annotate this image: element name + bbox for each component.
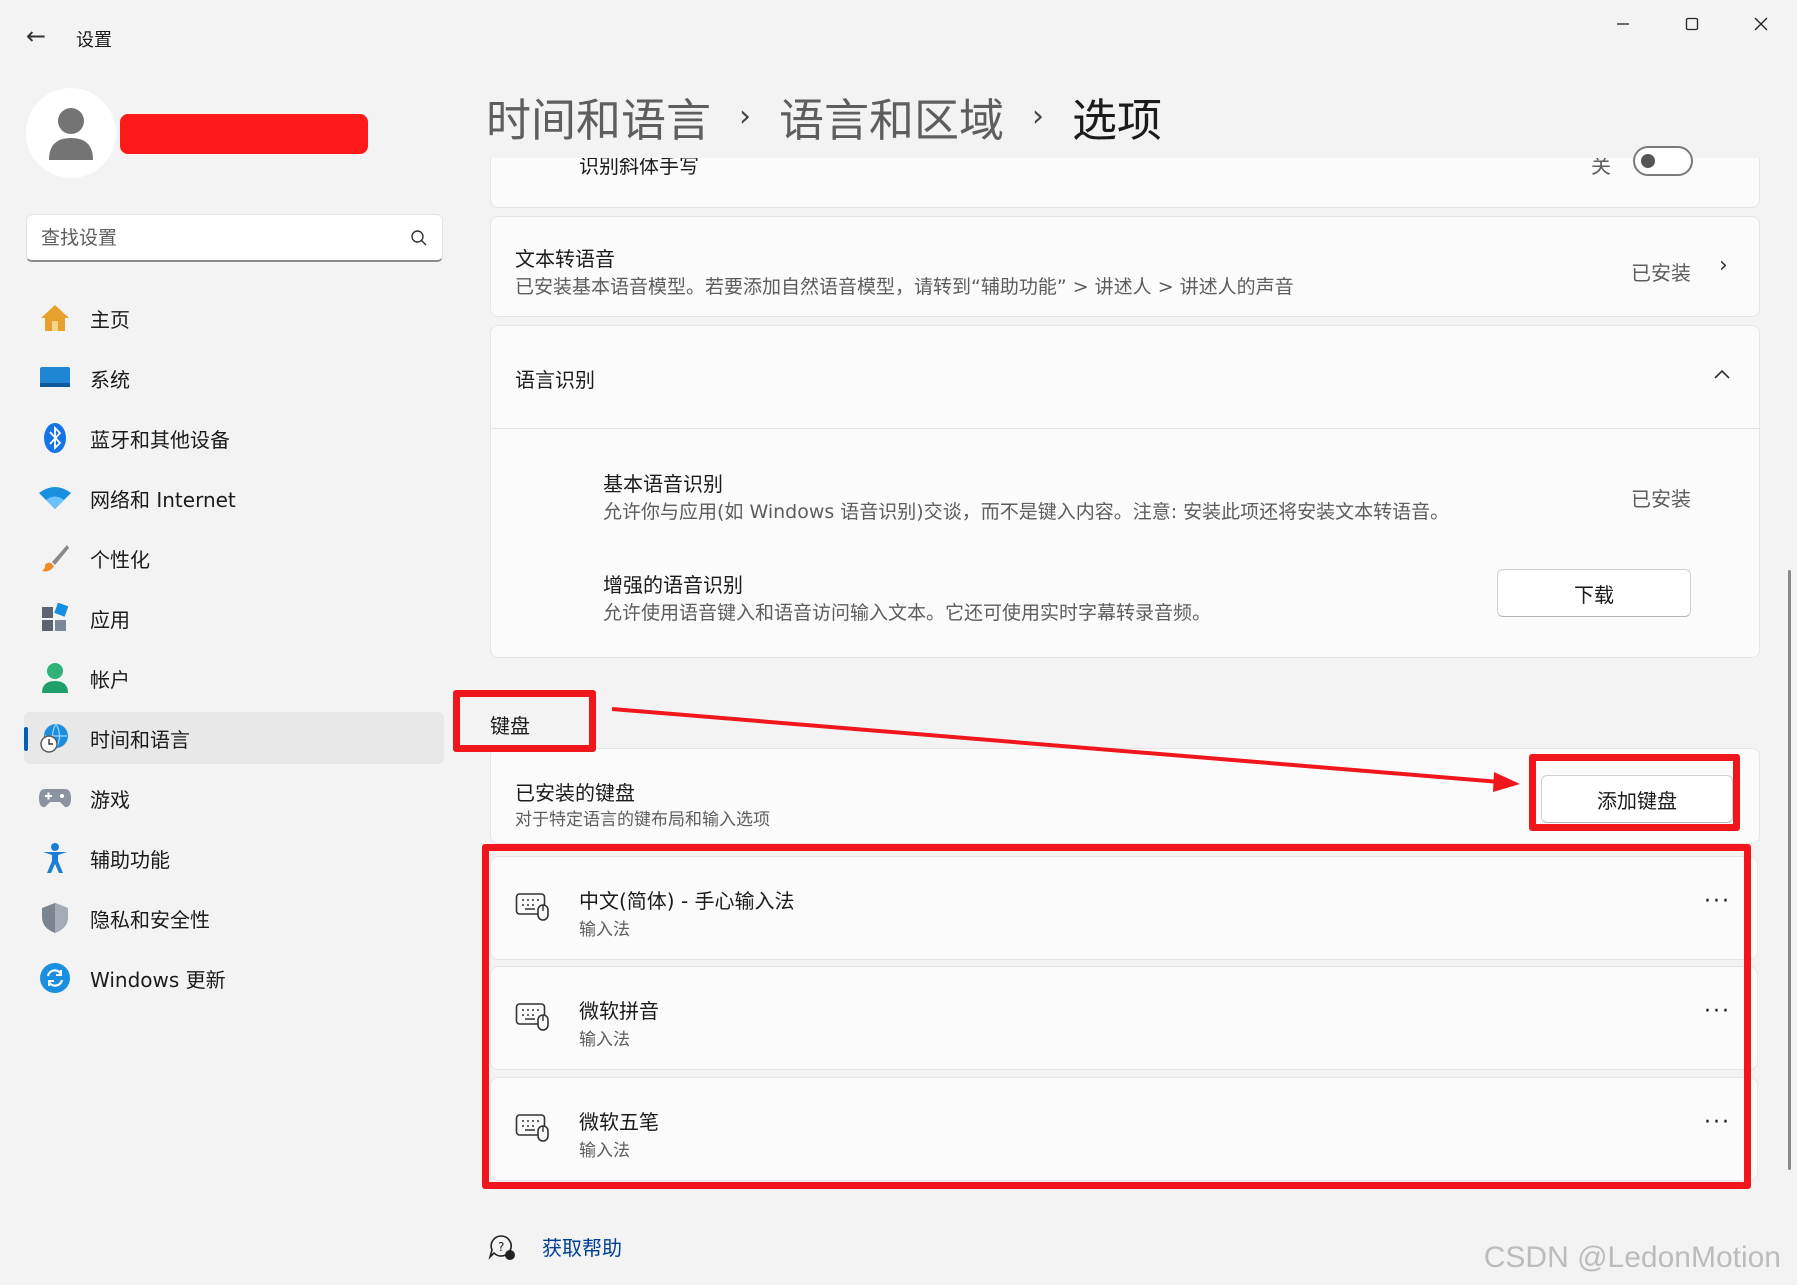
wifi-icon xyxy=(38,481,72,515)
avatar[interactable] xyxy=(26,88,116,178)
enhanced-speech-title: 增强的语音识别 xyxy=(603,573,743,597)
sidebar-item-home[interactable]: 主页 xyxy=(24,292,444,344)
sidebar-item-label: 游戏 xyxy=(90,787,130,812)
search-box[interactable] xyxy=(26,214,443,262)
sidebar-item-label: 蓝牙和其他设备 xyxy=(90,427,230,452)
sidebar-item-label: 隐私和安全性 xyxy=(90,907,210,932)
sidebar-item-label: 系统 xyxy=(90,367,130,392)
basic-speech-status: 已安装 xyxy=(1631,487,1691,511)
sidebar-item-label: 个性化 xyxy=(90,547,150,572)
breadcrumb-separator: › xyxy=(739,99,752,134)
search-input[interactable] xyxy=(41,226,410,249)
toggle-state-label: 关 xyxy=(1591,158,1611,178)
installed-keyboards-desc: 对于特定语言的键布局和输入选项 xyxy=(515,810,770,830)
sidebar-item-time-language[interactable]: 时间和语言 xyxy=(24,712,444,764)
watermark: CSDN @LedonMotion xyxy=(1483,1241,1781,1274)
tts-desc: 已安装基本语音模型。若要添加自然语音模型，请转到“辅助功能” > 讲述人 > 讲… xyxy=(515,276,1294,298)
globe-clock-icon xyxy=(38,721,72,755)
sidebar-item-label: 应用 xyxy=(90,607,130,632)
sidebar-item-network[interactable]: 网络和 Internet xyxy=(24,472,444,524)
help-chat-icon: ? xyxy=(488,1234,515,1260)
sidebar-item-personalization[interactable]: 个性化 xyxy=(24,532,444,584)
divider xyxy=(491,428,1759,429)
accessibility-icon xyxy=(38,841,72,875)
breadcrumb-separator: › xyxy=(1032,99,1045,134)
handwriting-toggle[interactable] xyxy=(1633,146,1693,176)
chevron-right-icon: › xyxy=(1719,253,1728,278)
speech-recognition-title: 语言识别 xyxy=(515,368,595,392)
home-icon xyxy=(38,301,72,335)
tts-title: 文本转语音 xyxy=(515,247,615,271)
enhanced-speech-desc: 允许使用语音键入和语音访问输入文本。它还可使用实时字幕转录音频。 xyxy=(603,602,1212,624)
sidebar-item-privacy[interactable]: 隐私和安全性 xyxy=(24,892,444,944)
annotation-box-ime-list xyxy=(482,844,1751,1189)
gamepad-icon xyxy=(38,781,72,815)
speech-recognition-card: 语言识别 基本语音识别 允许你与应用(如 Windows 语音识别)交谈，而不是… xyxy=(490,325,1760,658)
tts-status: 已安装 xyxy=(1631,261,1691,285)
sidebar-item-label: 主页 xyxy=(90,307,130,332)
update-icon xyxy=(38,961,72,995)
app-title: 设置 xyxy=(76,30,112,51)
maximize-icon xyxy=(1685,17,1699,31)
get-help-link[interactable]: 获取帮助 xyxy=(542,1232,622,1261)
display-icon xyxy=(38,361,72,395)
breadcrumb-item-language-region[interactable]: 语言和区域 xyxy=(779,84,1004,149)
sidebar-item-label: 帐户 xyxy=(90,667,130,692)
sidebar-item-label: 时间和语言 xyxy=(90,727,190,752)
sidebar-item-label: Windows 更新 xyxy=(90,967,226,992)
maximize-button[interactable] xyxy=(1659,6,1725,42)
search-icon[interactable] xyxy=(410,229,428,247)
sidebar-item-accounts[interactable]: 帐户 xyxy=(24,652,444,704)
scrollbar[interactable] xyxy=(1788,570,1791,1170)
page-title: 选项 xyxy=(1072,94,1163,147)
svg-text:?: ? xyxy=(498,1240,504,1254)
handwriting-title: 识别斜体手写 xyxy=(579,158,699,178)
sidebar-item-label: 辅助功能 xyxy=(90,847,170,872)
sidebar-item-apps[interactable]: 应用 xyxy=(24,592,444,644)
bluetooth-icon xyxy=(38,421,72,455)
account-icon xyxy=(38,661,72,695)
download-button[interactable]: 下载 xyxy=(1497,569,1691,617)
person-icon xyxy=(49,108,93,160)
sidebar-item-bluetooth[interactable]: 蓝牙和其他设备 xyxy=(24,412,444,464)
breadcrumb: 时间和语言 › 语言和区域 › 选项 xyxy=(486,84,1162,149)
chevron-up-icon xyxy=(1714,369,1730,379)
basic-speech-desc: 允许你与应用(如 Windows 语音识别)交谈，而不是键入内容。注意: 安装此… xyxy=(603,501,1450,523)
minimize-icon xyxy=(1617,23,1629,25)
annotation-box-keyboard-label xyxy=(453,690,596,752)
sidebar-item-system[interactable]: 系统 xyxy=(24,352,444,404)
sidebar-item-gaming[interactable]: 游戏 xyxy=(24,772,444,824)
close-button[interactable] xyxy=(1728,6,1794,42)
brush-icon xyxy=(38,541,72,575)
speech-recognition-header[interactable]: 语言识别 xyxy=(491,326,1759,428)
shield-icon xyxy=(38,901,72,935)
basic-speech-title: 基本语音识别 xyxy=(603,472,723,496)
sidebar-nav: 主页 系统 蓝牙和其他设备 网络和 Internet 个性化 应用 帐户 时间和… xyxy=(24,292,444,1012)
handwriting-setting-card: 识别斜体手写 关 xyxy=(490,146,1760,208)
installed-keyboards-title: 已安装的键盘 xyxy=(515,781,635,805)
get-help[interactable]: ? 获取帮助 xyxy=(488,1232,622,1261)
back-button[interactable]: ← xyxy=(18,18,54,54)
apps-icon xyxy=(38,601,72,635)
breadcrumb-item-time-language[interactable]: 时间和语言 xyxy=(486,84,711,149)
redacted-username xyxy=(120,114,368,154)
sidebar-item-windows-update[interactable]: Windows 更新 xyxy=(24,952,444,1004)
close-icon xyxy=(1754,17,1768,31)
back-arrow-icon: ← xyxy=(25,22,47,50)
annotation-box-add-keyboard xyxy=(1529,754,1740,831)
sidebar-item-label: 网络和 Internet xyxy=(90,487,236,512)
sidebar-item-accessibility[interactable]: 辅助功能 xyxy=(24,832,444,884)
tts-card[interactable]: 文本转语音 已安装基本语音模型。若要添加自然语音模型，请转到“辅助功能” > 讲… xyxy=(490,216,1760,317)
minimize-button[interactable] xyxy=(1590,6,1656,42)
